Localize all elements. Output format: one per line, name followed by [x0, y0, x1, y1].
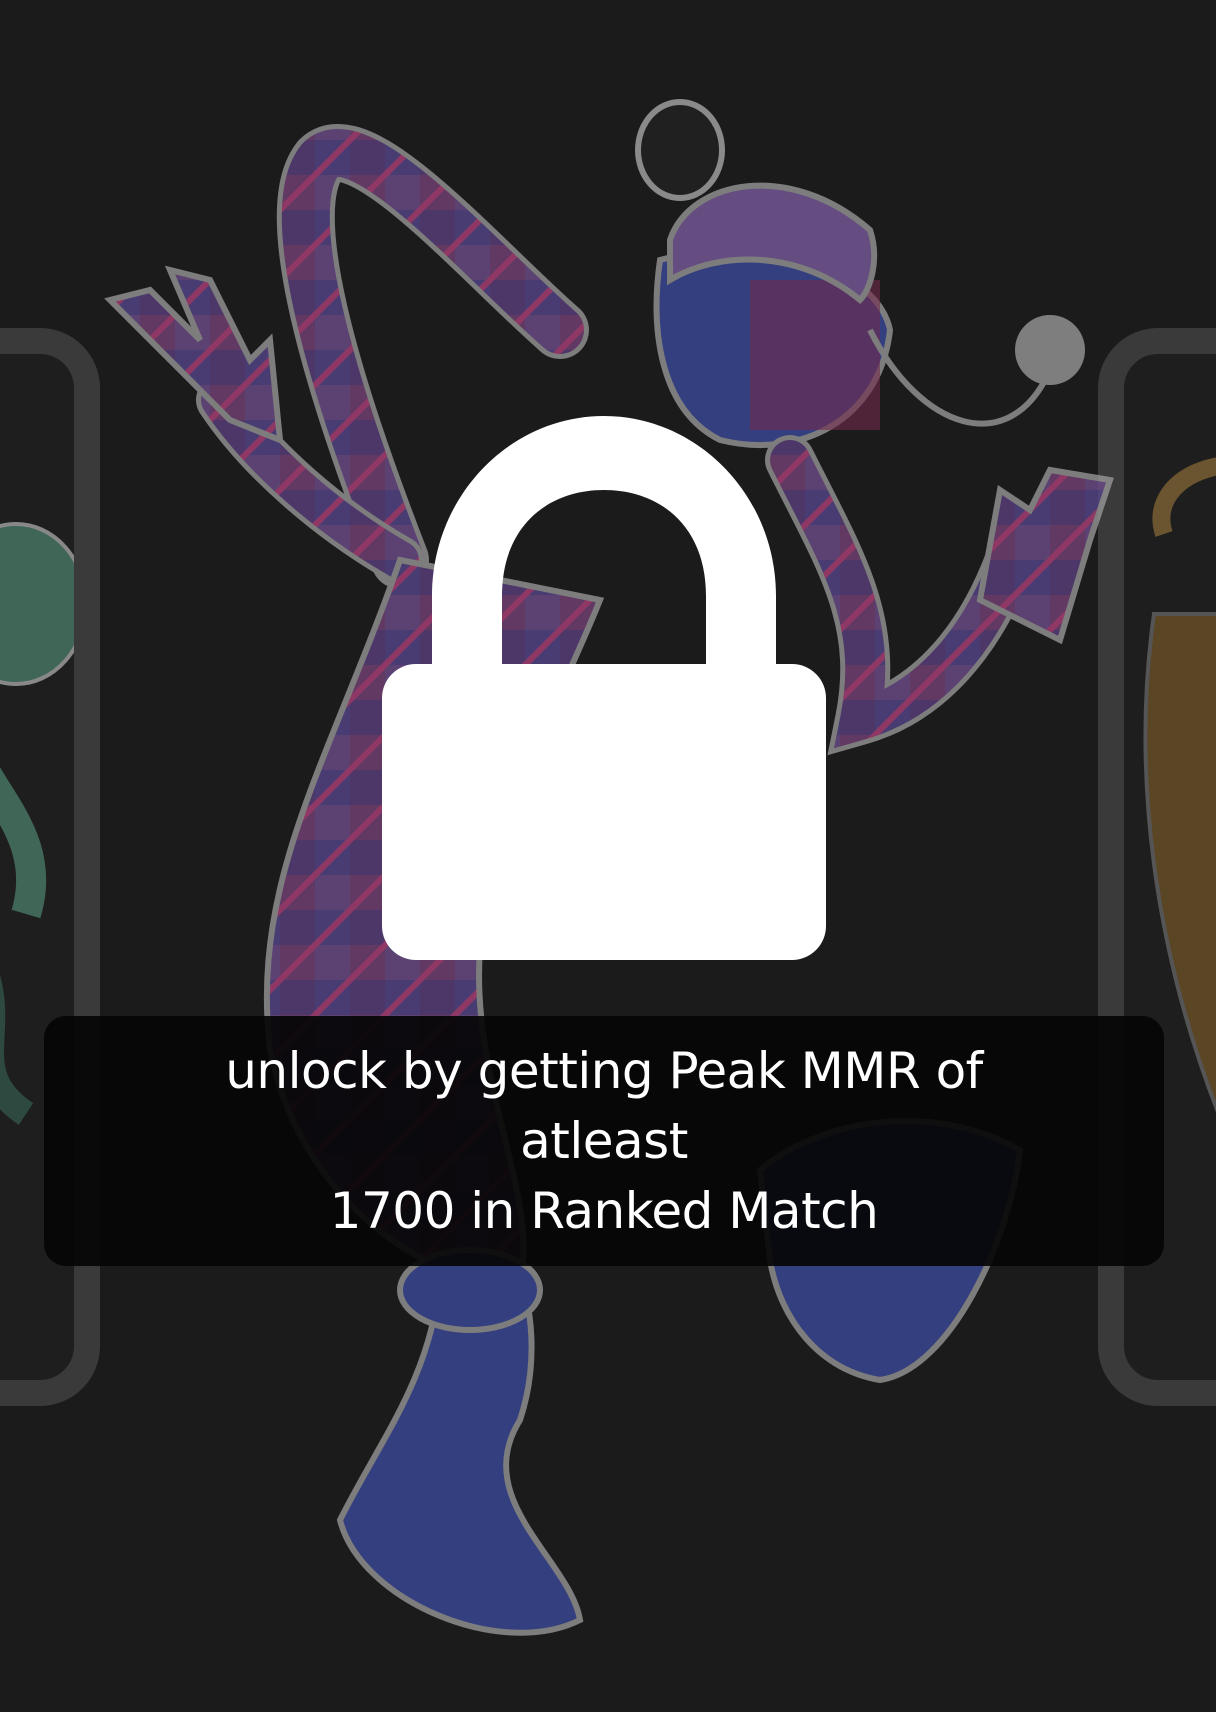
character-select-screen: unlock by getting Peak MMR of atleast 17…: [0, 0, 1216, 1712]
unlock-requirement-banner: unlock by getting Peak MMR of atleast 17…: [44, 1016, 1164, 1266]
lock-icon: [382, 416, 826, 960]
unlock-requirement-text: unlock by getting Peak MMR of atleast 17…: [225, 1042, 983, 1240]
